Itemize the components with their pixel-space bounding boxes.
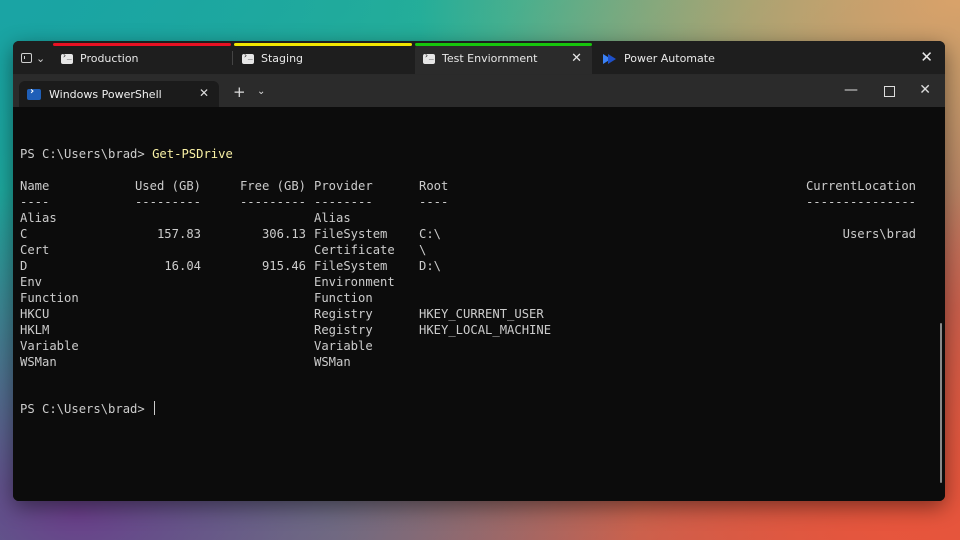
table-row-provider: Variable: [314, 339, 373, 353]
tab-color-indicator: [415, 43, 592, 46]
table-header-provider: Provider: [314, 179, 373, 193]
terminal-icon: [242, 51, 254, 64]
table-row-provider: Registry: [314, 323, 373, 337]
maximize-icon[interactable]: [884, 86, 895, 97]
table-row-root: HKEY_CURRENT_USER: [419, 307, 544, 321]
tab-color-indicator: [234, 43, 412, 46]
table-row-name: Variable: [20, 339, 79, 353]
table-header-root: Root: [419, 179, 449, 193]
table-row-root: HKEY_LOCAL_MACHINE: [419, 323, 552, 337]
table-underline-used: ---------: [134, 195, 201, 209]
table-row-name: Alias: [20, 211, 57, 225]
table-row-name: Env: [20, 275, 43, 289]
close-icon[interactable]: ✕: [919, 82, 931, 98]
table-row-provider: Certificate: [314, 243, 395, 257]
outer-tab-test-environment[interactable]: Test Enviornment ✕: [415, 43, 592, 74]
terminal-icon: [423, 51, 435, 64]
table-row-free: 306.13: [261, 227, 306, 241]
minimize-icon[interactable]: —: [844, 82, 858, 98]
table-underline-name: ----: [20, 195, 50, 209]
powershell-icon: [27, 86, 41, 100]
chevron-down-icon[interactable]: ⌄: [257, 86, 265, 97]
outer-tab-power-automate[interactable]: Power Automate: [595, 43, 773, 74]
terminal-window: ⌄ Production Staging Test Enviornment ✕ …: [13, 41, 945, 501]
close-window-icon[interactable]: ✕: [920, 48, 933, 66]
table-row-provider: Alias: [314, 211, 351, 225]
text-cursor: [154, 401, 156, 415]
terminal-output[interactable]: PS C:\Users\brad> Get-PSDrive Name Used (…: [13, 107, 945, 501]
table-row-location: Users\brad: [842, 227, 916, 241]
table-row-name: D: [20, 259, 28, 273]
table-row-name: Cert: [20, 243, 50, 257]
outer-tab-label: Staging: [261, 52, 304, 65]
table-underline-root: ----: [419, 195, 449, 209]
tab-windows-powershell[interactable]: Windows PowerShell ✕: [19, 81, 219, 107]
outer-tab-label: Power Automate: [624, 52, 715, 65]
table-underline-location: ---------------: [805, 195, 916, 209]
table-row-provider: WSMan: [314, 355, 351, 369]
table-header-free: Free (GB): [239, 179, 306, 193]
close-icon[interactable]: ✕: [199, 86, 209, 100]
tab-color-indicator: [53, 43, 231, 46]
new-tab-plus-icon[interactable]: +: [233, 85, 246, 100]
table-header-name: Name: [20, 179, 50, 193]
outer-tab-label: Test Enviornment: [442, 52, 538, 65]
terminal-tab-label: Windows PowerShell: [49, 87, 162, 101]
table-underline-free: ---------: [239, 195, 306, 209]
table-row-provider: FileSystem: [314, 227, 388, 241]
outer-tab-production[interactable]: Production: [53, 43, 231, 74]
close-icon[interactable]: ✕: [571, 51, 582, 66]
tab-divider: [232, 51, 233, 65]
table-row-provider: Function: [314, 291, 373, 305]
table-row-name: Function: [20, 291, 79, 305]
chevron-down-icon: ⌄: [36, 51, 46, 65]
prompt: PS C:\Users\brad>: [20, 402, 145, 416]
table-row-name: C: [20, 227, 28, 241]
prompt: PS C:\Users\brad>: [20, 147, 145, 161]
table-underline-provider: --------: [314, 195, 373, 209]
system-menu-button[interactable]: ⌄: [21, 50, 45, 66]
table-row-provider: FileSystem: [314, 259, 388, 273]
outer-tab-label: Production: [80, 52, 139, 65]
command-line: PS C:\Users\brad> Get-PSDrive: [20, 146, 233, 162]
table-header-used: Used (GB): [134, 179, 201, 193]
scrollbar[interactable]: [940, 323, 942, 483]
terminal-tab-bar: Windows PowerShell ✕ + ⌄ — ✕: [13, 75, 945, 107]
table-row-root: C:\: [419, 227, 442, 241]
outer-tab-bar: ⌄ Production Staging Test Enviornment ✕ …: [13, 41, 945, 75]
table-row-name: HKCU: [20, 307, 50, 321]
table-row-name: WSMan: [20, 355, 57, 369]
table-row-used: 157.83: [156, 227, 201, 241]
table-row-free: 915.46: [261, 259, 306, 273]
outer-tab-staging[interactable]: Staging: [234, 43, 412, 74]
command: Get-PSDrive: [152, 147, 233, 161]
table-row-root: D:\: [419, 259, 442, 273]
prompt-line[interactable]: PS C:\Users\brad>: [20, 401, 156, 417]
power-automate-icon: [603, 53, 617, 64]
window-menu-icon: [21, 53, 32, 63]
table-row-name: HKLM: [20, 323, 50, 337]
terminal-icon: [61, 51, 73, 64]
table-row-provider: Environment: [314, 275, 395, 289]
table-header-location: CurrentLocation: [805, 179, 916, 193]
table-row-provider: Registry: [314, 307, 373, 321]
table-row-used: 16.04: [164, 259, 201, 273]
table-row-root: \: [419, 243, 427, 257]
